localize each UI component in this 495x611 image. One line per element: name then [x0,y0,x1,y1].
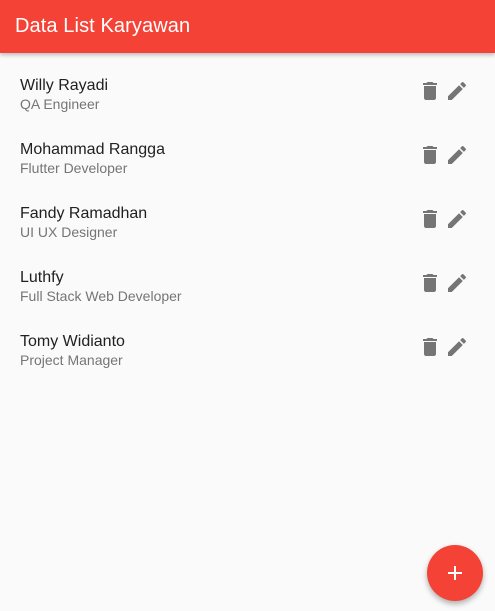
list-item[interactable]: Mohammad Rangga Flutter Developer [0,129,495,193]
employee-role: UI UX Designer [20,224,118,240]
delete-button[interactable] [418,335,442,359]
edit-icon [448,273,467,292]
list-item[interactable]: Fandy Ramadhan UI UX Designer [0,193,495,257]
delete-icon [423,210,437,228]
edit-icon [448,337,467,356]
delete-icon [423,338,437,356]
delete-button[interactable] [418,207,442,231]
add-icon [448,566,462,580]
page-title: Data List Karyawan [15,15,191,37]
employee-role: Full Stack Web Developer [20,288,182,304]
list-item[interactable]: Tomy Widianto Project Manager [0,321,495,385]
add-employee-button[interactable] [427,545,483,601]
list-item-text: Tomy Widianto Project Manager [20,332,125,369]
delete-button[interactable] [418,271,442,295]
edit-icon [448,209,467,228]
list-item-text: Mohammad Rangga Flutter Developer [20,140,165,177]
edit-button[interactable] [445,271,469,295]
employee-role: QA Engineer [20,96,100,112]
employee-role: Flutter Developer [20,160,128,176]
app-bar: Data List Karyawan [0,0,495,53]
employee-name: Mohammad Rangga [20,141,165,158]
delete-icon [423,274,437,292]
list-item-text: Willy Rayadi QA Engineer [20,76,108,113]
list-item[interactable]: Luthfy Full Stack Web Developer [0,257,495,321]
edit-button[interactable] [445,335,469,359]
list-item[interactable]: Willy Rayadi QA Engineer [0,65,495,129]
delete-icon [423,146,437,164]
employee-name: Tomy Widianto [20,333,125,350]
employee-name: Fandy Ramadhan [20,205,148,222]
edit-icon [448,81,467,100]
delete-button[interactable] [418,143,442,167]
list-item-text: Luthfy Full Stack Web Developer [20,268,182,305]
list-item-text: Fandy Ramadhan UI UX Designer [20,204,147,241]
edit-button[interactable] [445,207,469,231]
delete-button[interactable] [418,79,442,103]
edit-icon [448,145,467,164]
delete-icon [423,82,437,100]
edit-button[interactable] [445,143,469,167]
employee-name: Willy Rayadi [20,77,109,94]
edit-button[interactable] [445,79,469,103]
employee-list: Willy Rayadi QA Engineer Mohammad Rangga… [0,53,495,385]
employee-role: Project Manager [20,352,123,368]
employee-name: Luthfy [20,269,64,286]
